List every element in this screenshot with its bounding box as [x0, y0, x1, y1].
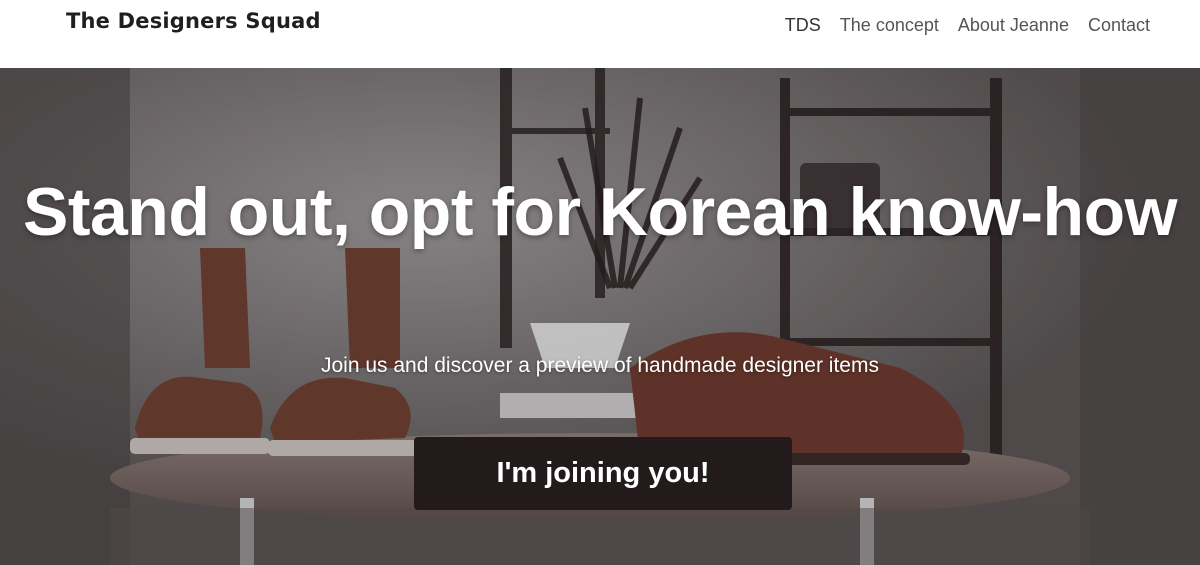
nav-link-tds[interactable]: TDS: [785, 15, 821, 36]
hero-section: Stand out, opt for Korean know-how Join …: [0, 68, 1200, 565]
main-nav: TDS The concept About Jeanne Contact: [785, 15, 1150, 36]
hero-title: Stand out, opt for Korean know-how: [22, 174, 1178, 250]
nav-link-the-concept[interactable]: The concept: [840, 15, 939, 36]
nav-link-about-jeanne[interactable]: About Jeanne: [958, 15, 1069, 36]
nav-link-contact[interactable]: Contact: [1088, 15, 1150, 36]
navbar: The Designers Squad TDS The concept Abou…: [0, 0, 1200, 68]
hero-subtitle: Join us and discover a preview of handma…: [321, 354, 879, 377]
join-cta-button[interactable]: I'm joining you!: [414, 437, 792, 510]
brand-logo-link[interactable]: The Designers Squad: [66, 9, 321, 33]
